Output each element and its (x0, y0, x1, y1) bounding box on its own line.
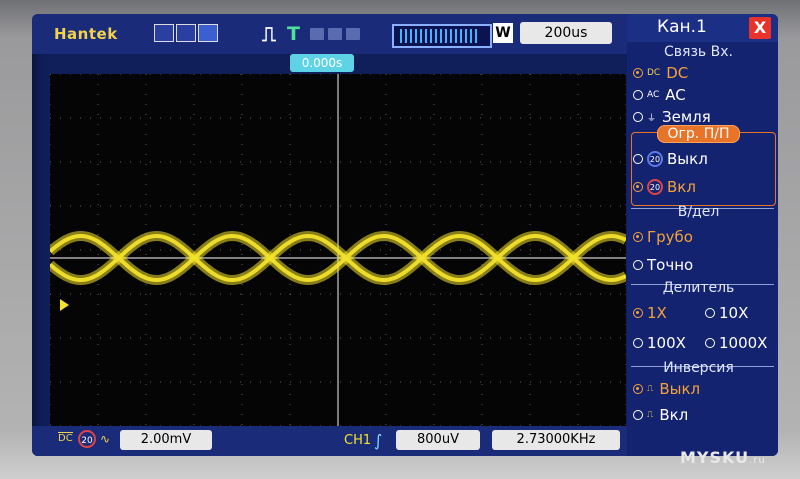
probe-100x-option[interactable]: 100X (633, 334, 686, 352)
inverted-wave-icon: ⎍ (647, 410, 654, 420)
ch1-ground-marker-icon[interactable] (60, 299, 69, 311)
radio-icon (705, 308, 715, 318)
radio-icon (633, 90, 643, 100)
radio-icon (633, 308, 643, 318)
watermark-text: MYSKU (680, 448, 750, 467)
radio-icon (633, 154, 643, 164)
radio-icon (633, 260, 643, 270)
radio-icon (633, 384, 643, 394)
radio-icon (633, 232, 643, 242)
invert-on-label: Вкл (659, 406, 689, 424)
bw-limit-indicator-icon: 20 (78, 430, 96, 448)
coupling-ac-label: AC (665, 86, 686, 104)
invert-on-option[interactable]: ⎍ Вкл (633, 406, 688, 424)
timebase-readout[interactable]: 200us (520, 22, 612, 44)
save-icon[interactable] (328, 28, 342, 40)
invert-header: Инверсия (663, 360, 734, 376)
invert-off-option[interactable]: ⎍ Выкл (633, 380, 700, 398)
coupling-indicator: DC (58, 432, 73, 444)
bw-20-icon: 20 (647, 179, 663, 195)
invert-off-label: Выкл (659, 380, 701, 398)
invert-indicator-icon: ∿ (100, 432, 111, 446)
waveform-mode-icon[interactable] (154, 24, 174, 42)
trigger-source-label: CH1 (344, 433, 372, 448)
volts-div-header: В/дел (677, 204, 720, 220)
coupling-dc-label: DC (666, 64, 689, 82)
coupling-header: Связь Вх. (664, 44, 733, 60)
probe-1000x-label: 1000X (719, 334, 768, 352)
radio-icon (633, 112, 643, 122)
frequency-readout: 2.73000KHz (492, 430, 620, 450)
coupling-dc-option[interactable]: DC DC (633, 64, 688, 82)
radio-icon (633, 68, 643, 78)
probe-100x-label: 100X (647, 334, 686, 352)
bw-20-icon: 20 (647, 151, 663, 167)
toolbar-icons (310, 28, 360, 40)
bw-limit-off-label: Выкл (667, 150, 708, 168)
trigger-position-readout: 0.000s (290, 54, 354, 72)
channel-side-menu: Кан.1 X Связь Вх. DC DC AC AC ⏚ Земля Ог… (627, 14, 778, 456)
brand-logo: Hantek (54, 25, 118, 43)
close-button[interactable]: X (749, 17, 771, 39)
waveform-graticule[interactable] (50, 74, 644, 426)
trigger-pulse-icon: ⎍ (262, 22, 276, 46)
radio-icon (633, 338, 643, 348)
bw-limit-header-text: Огр. П/П (656, 125, 741, 143)
key-icon[interactable] (310, 28, 324, 40)
coupling-ac-option[interactable]: AC AC (633, 86, 686, 104)
probe-1x-label: 1X (647, 304, 667, 322)
radio-icon (633, 410, 643, 420)
bottom-status-bar: DC 20 ∿ 2.00mV CH1 ∫ 800uV 2.73000KHz (32, 426, 627, 456)
xy-mode-icon[interactable] (176, 24, 196, 42)
oscilloscope-screen: Hantek ⎍ T W 200us 0.000s DC 20 ∿ 2.00mV… (32, 14, 778, 456)
ch1-volts-div-readout[interactable]: 2.00mV (120, 430, 212, 450)
radio-icon (633, 182, 643, 192)
trigger-state-indicator: T (287, 23, 300, 45)
bw-limit-off-option[interactable]: 20 Выкл (633, 150, 708, 168)
persistence-mode-icon[interactable] (198, 24, 218, 42)
bw-limit-on-option[interactable]: 20 Вкл (633, 178, 696, 196)
volts-fine-label: Точно (647, 256, 694, 274)
probe-10x-option[interactable]: 10X (705, 304, 748, 322)
coupling-ground-option[interactable]: ⏚ Земля (633, 108, 711, 126)
memory-overview-waveform (400, 29, 480, 43)
probe-header: Делитель (662, 280, 735, 296)
menu-title: Кан.1 (657, 17, 707, 37)
display-mode-icons (154, 24, 218, 42)
ground-icon: ⏚ (647, 113, 657, 124)
volts-coarse-label: Грубо (647, 228, 693, 246)
top-status-bar: Hantek ⎍ T W 200us (32, 14, 627, 54)
probe-1000x-option[interactable]: 1000X (705, 334, 767, 352)
rising-edge-icon: ∫ (374, 431, 383, 450)
watermark: MYSKU.ru (680, 448, 766, 467)
memory-overview-bar[interactable] (392, 24, 492, 48)
volts-fine-option[interactable]: Точно (633, 256, 693, 274)
bw-limit-on-label: Вкл (667, 178, 696, 196)
trigger-level-readout[interactable]: 800uV (396, 430, 480, 450)
print-icon[interactable] (346, 28, 360, 40)
radio-icon (705, 338, 715, 348)
menu-title-bar: Кан.1 X (627, 14, 778, 42)
timebase-mode-badge: W (493, 23, 513, 43)
probe-10x-label: 10X (719, 304, 749, 322)
ac-icon: AC (647, 90, 660, 100)
graticule-svg (50, 74, 626, 426)
probe-1x-option[interactable]: 1X (633, 304, 667, 322)
watermark-suffix: .ru (749, 455, 766, 466)
normal-wave-icon: ⎍ (647, 384, 654, 394)
dc-icon: DC (647, 68, 661, 78)
bw-limit-header: Огр. П/П (627, 125, 770, 143)
coupling-ground-label: Земля (662, 108, 711, 126)
volts-coarse-option[interactable]: Грубо (633, 228, 693, 246)
